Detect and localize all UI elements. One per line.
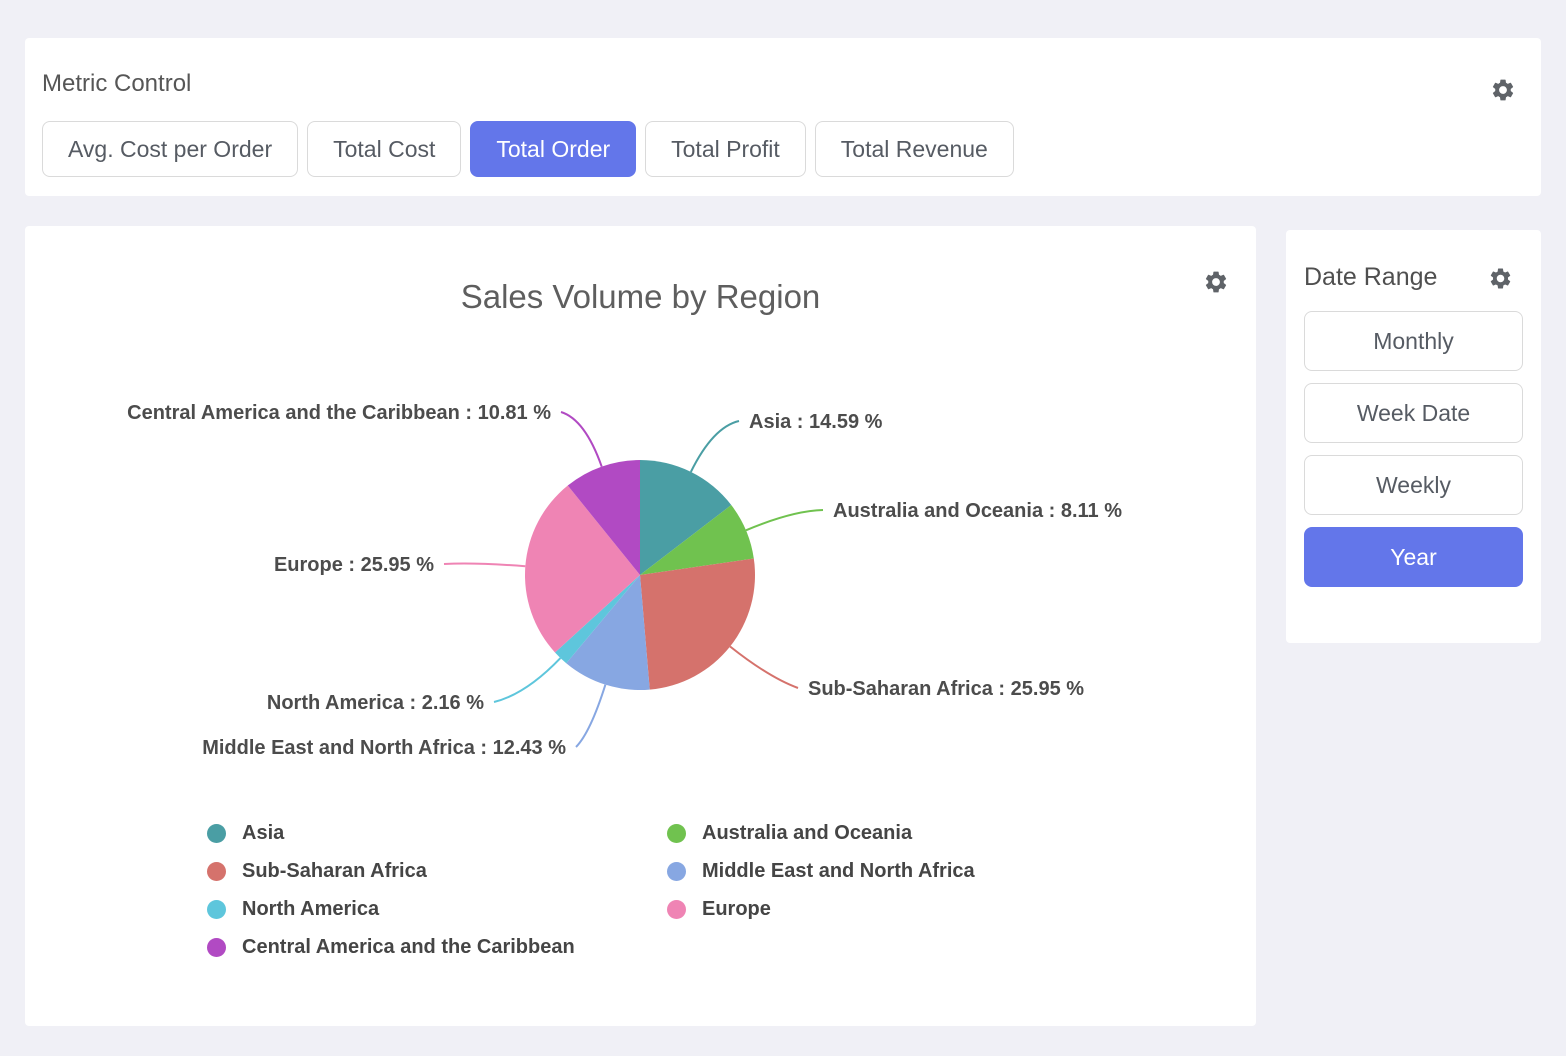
metric-settings-gear-icon[interactable]: [1490, 77, 1516, 103]
legend-dot-central-america-and-the-caribbean: [207, 938, 226, 957]
legend-item-central-america-and-the-caribbean[interactable]: Central America and the Caribbean: [207, 928, 575, 966]
sales-volume-chart-panel: Sales Volume by Region Asia : 14.59 %Aus…: [25, 226, 1256, 1026]
range-button-weekly[interactable]: Weekly: [1304, 455, 1523, 515]
metric-control-title: Metric Control: [42, 70, 191, 98]
legend-dot-asia: [207, 824, 226, 843]
pie-leader-line-central-america-and-the-caribbean: [561, 412, 602, 467]
legend-item-europe[interactable]: Europe: [667, 890, 975, 928]
pie-leader-line-asia: [691, 421, 739, 472]
pie-label-europe: Europe : 25.95 %: [274, 554, 434, 576]
date-range-button-group: Monthly Week Date Weekly Year: [1304, 311, 1523, 587]
date-range-settings-gear-icon[interactable]: [1488, 266, 1513, 291]
pie-label-central-america-and-the-caribbean: Central America and the Caribbean : 10.8…: [127, 402, 551, 424]
range-button-week-date[interactable]: Week Date: [1304, 383, 1523, 443]
date-range-panel: Date Range Monthly Week Date Weekly Year: [1286, 230, 1541, 643]
metric-button-total-cost[interactable]: Total Cost: [307, 121, 461, 177]
legend-item-australia-and-oceania[interactable]: Australia and Oceania: [667, 814, 975, 852]
range-button-year[interactable]: Year: [1304, 527, 1523, 587]
date-range-title: Date Range: [1304, 263, 1437, 292]
pie-chart: Asia : 14.59 % Australia and Oceania : 8.…: [25, 226, 1256, 786]
legend-dot-europe: [667, 900, 686, 919]
legend-label-central-america-and-the-caribbean: Central America and the Caribbean: [242, 936, 575, 959]
pie-label-sub-saharan-africa: Sub-Saharan Africa : 25.95 %: [808, 678, 1084, 700]
legend-dot-north-america: [207, 900, 226, 919]
legend-label-australia-and-oceania: Australia and Oceania: [702, 822, 912, 845]
pie-label-middle-east-and-north-africa: Middle East and North Africa : 12.43 %: [202, 737, 566, 759]
metric-button-total-revenue[interactable]: Total Revenue: [815, 121, 1014, 177]
pie-leader-line-australia-and-oceania: [746, 510, 823, 530]
pie-leader-line-europe: [444, 564, 525, 567]
gear-icon: [1490, 77, 1516, 103]
legend-item-north-america[interactable]: North America: [207, 890, 575, 928]
metric-button-total-order[interactable]: Total Order: [470, 121, 636, 177]
legend-dot-middle-east-and-north-africa: [667, 862, 686, 881]
pie-slice-sub-saharan-africa[interactable]: [640, 558, 755, 689]
legend-label-asia: Asia: [242, 822, 284, 845]
metric-button-group: Avg. Cost per OrderTotal CostTotal Order…: [42, 121, 1014, 177]
legend-dot-sub-saharan-africa: [207, 862, 226, 881]
legend-dot-australia-and-oceania: [667, 824, 686, 843]
legend-column-right: Australia and Oceania Middle East and Nor…: [667, 814, 975, 928]
legend-label-north-america: North America: [242, 898, 379, 921]
range-button-monthly[interactable]: Monthly: [1304, 311, 1523, 371]
legend-label-middle-east-and-north-africa: Middle East and North Africa: [702, 860, 975, 883]
legend-label-europe: Europe: [702, 898, 771, 921]
legend-item-middle-east-and-north-africa[interactable]: Middle East and North Africa: [667, 852, 975, 890]
pie-label-north-america: North America : 2.16 %: [267, 692, 484, 714]
gear-icon: [1488, 266, 1513, 291]
pie-label-australia-and-oceania: Australia and Oceania : 8.11 %: [833, 500, 1122, 522]
legend-item-sub-saharan-africa[interactable]: Sub-Saharan Africa: [207, 852, 575, 890]
pie-leader-line-sub-saharan-africa: [730, 646, 798, 688]
legend-column-left: Asia Sub-Saharan Africa North America Centr…: [207, 814, 575, 966]
metric-button-total-profit[interactable]: Total Profit: [645, 121, 806, 177]
pie-leader-line-north-america: [494, 658, 560, 702]
legend-label-sub-saharan-africa: Sub-Saharan Africa: [242, 860, 427, 883]
pie-label-asia: Asia : 14.59 %: [749, 411, 883, 433]
pie-leader-line-middle-east-and-north-africa: [576, 685, 605, 747]
legend-item-asia[interactable]: Asia: [207, 814, 575, 852]
metric-button-avg-cost-per-order[interactable]: Avg. Cost per Order: [42, 121, 298, 177]
metric-control-panel: Metric Control Avg. Cost per OrderTotal …: [25, 38, 1541, 196]
